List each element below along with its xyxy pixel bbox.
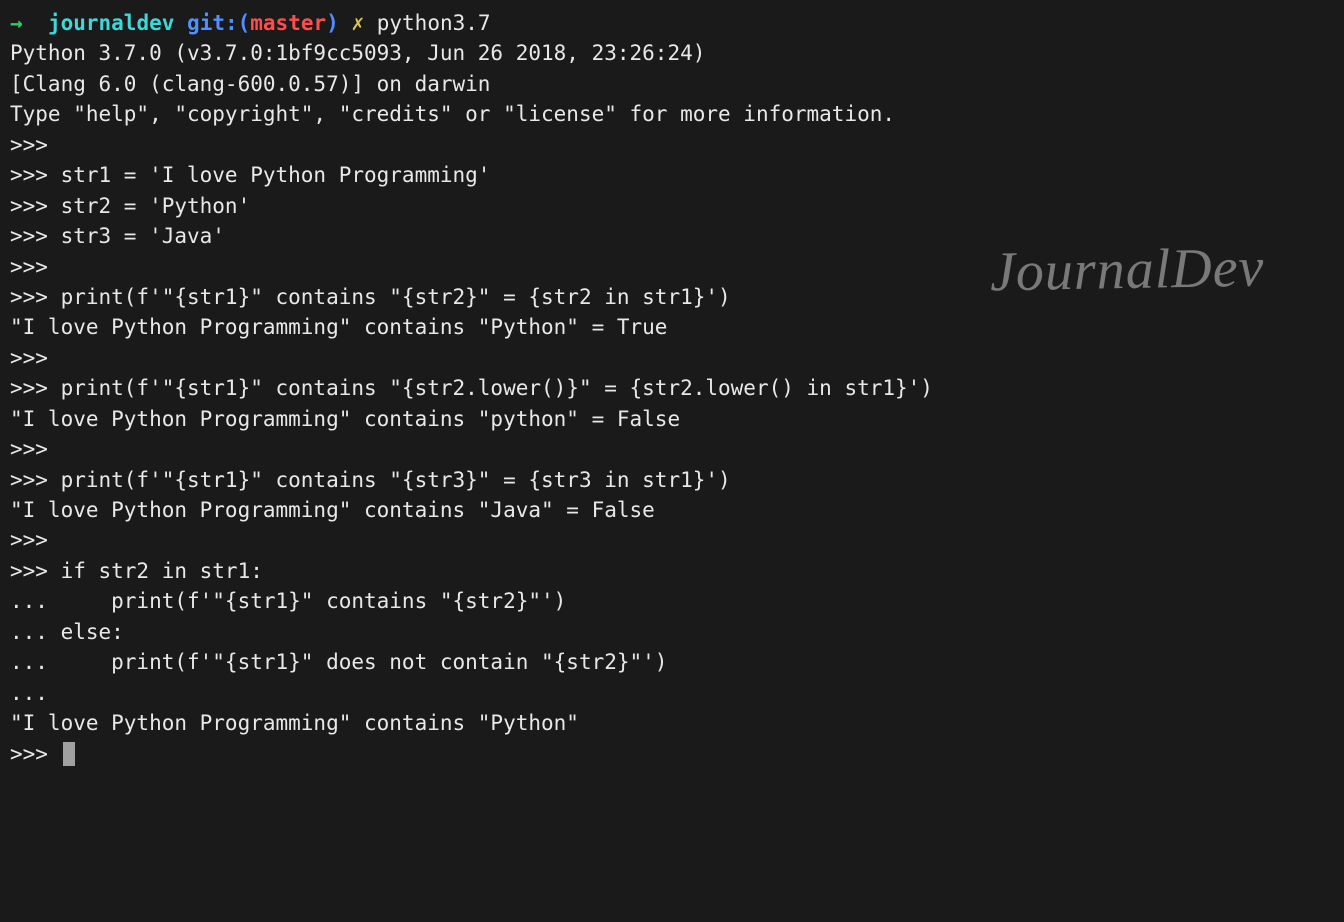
output-line: "I love Python Programming" contains "Py… xyxy=(10,312,1334,342)
repl-continuation: ... else: xyxy=(10,617,1334,647)
git-branch: master xyxy=(250,11,326,35)
terminal[interactable]: → journaldev git:(master) ✗ python3.7 Py… xyxy=(10,8,1334,769)
repl-prompt: >>> xyxy=(10,434,1334,464)
repl-input: >>> print(f'"{str1}" contains "{str2}" =… xyxy=(10,282,1334,312)
git-close-paren: ) xyxy=(326,11,339,35)
repl-input: >>> if str2 in str1: xyxy=(10,556,1334,586)
repl-prompt: >>> xyxy=(10,130,1334,160)
repl-continuation: ... print(f'"{str1}" does not contain "{… xyxy=(10,647,1334,677)
command-text: python3.7 xyxy=(377,11,491,35)
output-line: Type "help", "copyright", "credits" or "… xyxy=(10,99,1334,129)
output-line: Python 3.7.0 (v3.7.0:1bf9cc5093, Jun 26 … xyxy=(10,38,1334,68)
dirty-state-icon: ✗ xyxy=(351,11,364,35)
arrow-icon: → xyxy=(10,11,23,35)
repl-prompt: >>> xyxy=(10,525,1334,555)
output-line: "I love Python Programming" contains "py… xyxy=(10,404,1334,434)
output-line: "I love Python Programming" contains "Ja… xyxy=(10,495,1334,525)
directory-name: journaldev xyxy=(48,11,174,35)
repl-prompt: >>> xyxy=(10,252,1334,282)
cursor-icon xyxy=(63,742,75,766)
shell-prompt-line: → journaldev git:(master) ✗ python3.7 xyxy=(10,8,1334,38)
repl-continuation: ... print(f'"{str1}" contains "{str2}"') xyxy=(10,586,1334,616)
repl-continuation: ... xyxy=(10,678,1334,708)
output-line: [Clang 6.0 (clang-600.0.57)] on darwin xyxy=(10,69,1334,99)
repl-prompt-active[interactable]: >>> xyxy=(10,739,1334,769)
repl-input: >>> print(f'"{str1}" contains "{str3}" =… xyxy=(10,465,1334,495)
repl-input: >>> str3 = 'Java' xyxy=(10,221,1334,251)
repl-input: >>> str1 = 'I love Python Programming' xyxy=(10,160,1334,190)
repl-prompt: >>> xyxy=(10,343,1334,373)
git-prefix: git:( xyxy=(187,11,250,35)
repl-input: >>> print(f'"{str1}" contains "{str2.low… xyxy=(10,373,1334,403)
output-line: "I love Python Programming" contains "Py… xyxy=(10,708,1334,738)
repl-input: >>> str2 = 'Python' xyxy=(10,191,1334,221)
repl-prompt-text: >>> xyxy=(10,742,61,766)
